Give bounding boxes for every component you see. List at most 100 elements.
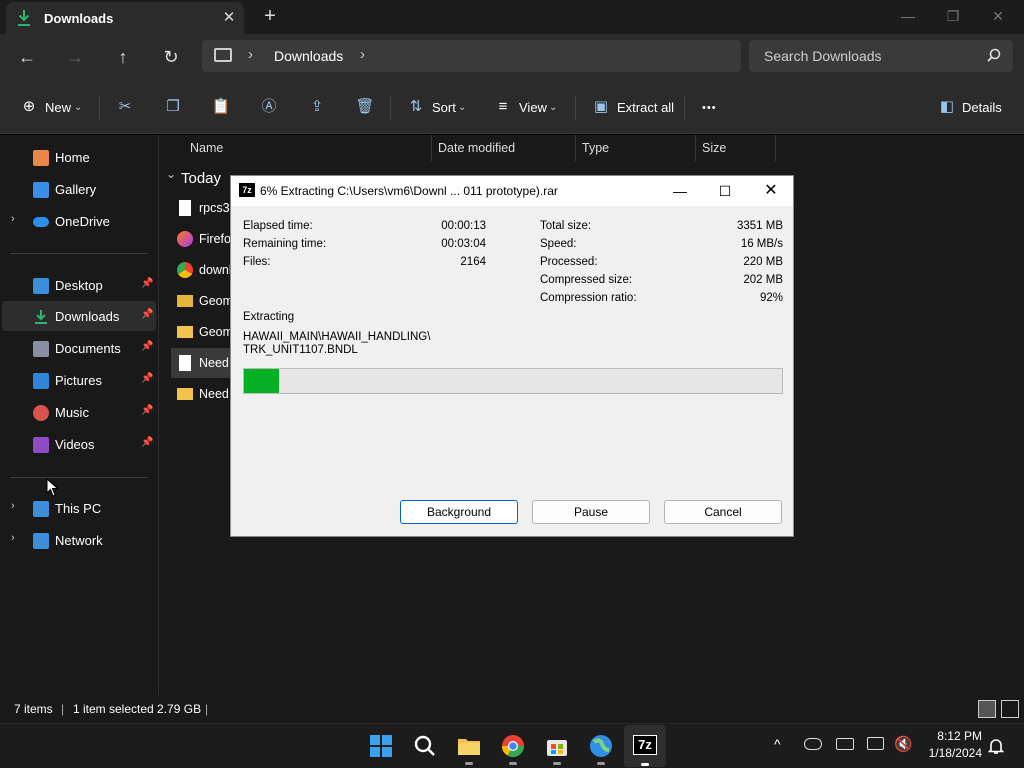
forward-button[interactable]: → bbox=[62, 44, 88, 70]
paste-icon[interactable]: 📋 bbox=[211, 97, 231, 117]
sidebar-item-this-pc[interactable]: › This PC bbox=[0, 493, 158, 523]
group-header-today[interactable]: Today bbox=[181, 170, 221, 187]
expand-icon[interactable]: › bbox=[11, 532, 15, 544]
sidebar-item-documents[interactable]: Documents 📌 bbox=[0, 333, 158, 363]
minimize-button[interactable]: — bbox=[893, 4, 923, 28]
sidebar-item-label: Gallery bbox=[55, 182, 97, 197]
pin-icon[interactable]: 📌 bbox=[141, 309, 153, 320]
dialog-maximize-button[interactable]: ☐ bbox=[710, 181, 740, 201]
pin-icon[interactable]: 📌 bbox=[141, 278, 153, 289]
refresh-button[interactable]: ↻ bbox=[158, 44, 184, 70]
sidebar-item-onedrive[interactable]: › OneDrive bbox=[0, 206, 158, 236]
tiles-view-icon[interactable] bbox=[1001, 700, 1019, 718]
selection-info: 1 item selected 2.79 GB bbox=[73, 702, 202, 716]
sidebar-item-label: Documents bbox=[55, 341, 121, 356]
sidebar-item-network[interactable]: › Network bbox=[0, 525, 158, 555]
home-icon bbox=[33, 150, 49, 166]
column-divider[interactable] bbox=[575, 135, 576, 161]
sidebar-item-home[interactable]: Home bbox=[0, 142, 158, 172]
new-button[interactable]: New bbox=[45, 98, 71, 118]
file-icon bbox=[179, 355, 191, 371]
pause-button[interactable]: Pause bbox=[532, 500, 650, 524]
network-icon bbox=[33, 533, 49, 549]
sidebar-item-gallery[interactable]: Gallery bbox=[0, 174, 158, 204]
delete-icon[interactable]: 🗑 bbox=[355, 97, 375, 117]
chrome-icon[interactable] bbox=[499, 732, 527, 760]
back-button[interactable]: ← bbox=[14, 44, 40, 70]
new-tab-button[interactable]: + bbox=[260, 5, 280, 28]
running-indicator bbox=[597, 762, 605, 765]
sort-button[interactable]: Sort bbox=[432, 98, 456, 118]
search-icon[interactable] bbox=[411, 732, 439, 760]
column-divider[interactable] bbox=[431, 135, 432, 161]
windows-start-icon[interactable] bbox=[367, 732, 395, 760]
store-icon[interactable] bbox=[543, 732, 571, 760]
column-header-size[interactable]: Size bbox=[702, 141, 726, 155]
column-header-name[interactable]: Name bbox=[190, 141, 223, 155]
sidebar-item-desktop[interactable]: Desktop 📌 bbox=[0, 270, 158, 300]
breadcrumb-downloads[interactable]: Downloads bbox=[274, 48, 343, 64]
speed-value: 16 MB/s bbox=[740, 238, 783, 250]
file-explorer-icon[interactable] bbox=[455, 732, 483, 760]
archive-folder-icon bbox=[177, 295, 193, 307]
sidebar-item-videos[interactable]: Videos 📌 bbox=[0, 429, 158, 459]
clock-date[interactable]: 1/18/2024 bbox=[916, 746, 982, 760]
more-options-icon[interactable]: ••• bbox=[702, 98, 717, 118]
breadcrumb-separator: › bbox=[248, 46, 253, 63]
copy-icon[interactable]: ❐ bbox=[163, 97, 183, 117]
background-button[interactable]: Background bbox=[400, 500, 518, 524]
file-icon bbox=[179, 200, 191, 216]
column-header-type[interactable]: Type bbox=[582, 141, 609, 155]
keyboard-icon[interactable] bbox=[836, 738, 854, 750]
address-bar[interactable]: › Downloads › bbox=[202, 40, 741, 72]
details-view-icon[interactable] bbox=[978, 700, 996, 718]
firefox-icon bbox=[177, 231, 193, 247]
desktop-icon bbox=[33, 278, 49, 294]
column-header-date-modified[interactable]: Date modified bbox=[438, 141, 515, 155]
notification-bell-icon[interactable] bbox=[988, 737, 1004, 755]
up-button[interactable]: ↑ bbox=[110, 44, 136, 70]
remaining-time-value: 00:03:04 bbox=[441, 238, 486, 250]
pin-icon[interactable]: 📌 bbox=[141, 437, 153, 448]
column-divider[interactable] bbox=[775, 135, 776, 161]
onedrive-tray-icon[interactable] bbox=[804, 738, 822, 750]
compressed-size-label: Compressed size: bbox=[540, 274, 633, 286]
network-tray-icon[interactable] bbox=[867, 737, 884, 750]
expand-icon[interactable]: › bbox=[11, 213, 15, 225]
extract-all-button[interactable]: Extract all bbox=[617, 98, 674, 118]
column-divider[interactable] bbox=[695, 135, 696, 161]
tray-overflow-icon[interactable]: ^ bbox=[774, 736, 781, 752]
restore-button[interactable]: ❐ bbox=[938, 4, 968, 28]
command-bar: ⊕ New ⌄ ✂ ❐ 📋 Ⓐ ⇪ 🗑 ⇅ Sort ⌄ ≡ View ⌄ ▣ … bbox=[0, 80, 1024, 134]
close-window-button[interactable]: ✕ bbox=[983, 4, 1013, 28]
pin-icon[interactable]: 📌 bbox=[141, 405, 153, 416]
tab-downloads[interactable]: Downloads ✕ bbox=[6, 2, 244, 34]
7zip-icon: 7z bbox=[633, 735, 657, 755]
pin-icon[interactable]: 📌 bbox=[141, 373, 153, 384]
taskbar-7zip-app[interactable]: 7z bbox=[624, 725, 666, 767]
details-button[interactable]: Details bbox=[962, 98, 1002, 118]
group-collapse-icon[interactable]: ⌄ bbox=[166, 167, 176, 181]
dialog-minimize-button[interactable]: — bbox=[665, 181, 695, 201]
sidebar-item-pictures[interactable]: Pictures 📌 bbox=[0, 365, 158, 395]
volume-muted-icon[interactable]: 🔇 bbox=[894, 735, 913, 753]
breadcrumb-separator[interactable]: › bbox=[360, 46, 365, 63]
share-icon[interactable]: ⇪ bbox=[307, 97, 327, 117]
view-button[interactable]: View bbox=[519, 98, 547, 118]
item-count: 7 items bbox=[14, 702, 53, 716]
clock-time[interactable]: 8:12 PM bbox=[926, 729, 982, 743]
sidebar-item-downloads[interactable]: Downloads 📌 bbox=[2, 301, 156, 331]
rename-icon[interactable]: Ⓐ bbox=[259, 97, 279, 117]
cut-icon[interactable]: ✂ bbox=[115, 97, 135, 117]
divider bbox=[390, 96, 391, 120]
dialog-close-button[interactable]: ✕ bbox=[756, 181, 786, 201]
close-tab-icon[interactable]: ✕ bbox=[220, 8, 238, 26]
dialog-title-bar[interactable]: 7z 6% Extracting C:\Users\vm6\Downl ... … bbox=[231, 176, 793, 206]
status-bar: 7 items | 1 item selected 2.79 GB | bbox=[0, 695, 1024, 723]
maps-globe-icon[interactable] bbox=[587, 732, 615, 760]
search-box[interactable]: Search Downloads bbox=[749, 40, 1013, 72]
sidebar-item-music[interactable]: Music 📌 bbox=[0, 397, 158, 427]
expand-icon[interactable]: › bbox=[11, 500, 15, 512]
pin-icon[interactable]: 📌 bbox=[141, 341, 153, 352]
cancel-button[interactable]: Cancel bbox=[664, 500, 782, 524]
